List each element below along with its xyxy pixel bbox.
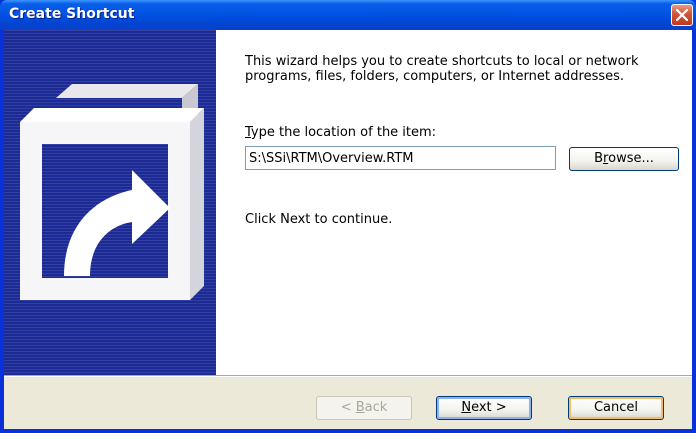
browse-label-b: B	[594, 151, 604, 166]
close-x-icon	[676, 9, 688, 21]
location-label: Type the location of the item:	[245, 125, 436, 140]
wizard-description: This wizard helps you to create shortcut…	[245, 54, 639, 84]
location-input[interactable]	[245, 146, 556, 170]
browse-button[interactable]: Browse...	[569, 147, 679, 171]
next-access-key: N	[461, 400, 472, 415]
create-shortcut-dialog: Create Shortcut This wizard helps you to…	[0, 0, 696, 433]
close-button[interactable]	[671, 4, 693, 26]
next-label-rest: ext >	[471, 400, 507, 415]
title-bar[interactable]: Create Shortcut	[0, 0, 696, 30]
wizard-banner	[4, 30, 216, 375]
next-button[interactable]: Next >	[436, 396, 532, 420]
wizard-content: This wizard helps you to create shortcut…	[216, 30, 692, 375]
continue-text: Click Next to continue.	[245, 212, 393, 227]
shortcut-arrow-icon	[20, 84, 204, 300]
cancel-button[interactable]: Cancel	[568, 396, 664, 420]
back-label-rest: ack	[364, 400, 388, 415]
footer-separator	[4, 375, 692, 377]
back-access-key: B	[355, 400, 365, 415]
window-title: Create Shortcut	[9, 6, 135, 22]
location-label-rest: ype the location of the item:	[250, 125, 437, 140]
back-label-prefix: <	[340, 400, 356, 415]
back-button[interactable]: < Back	[316, 396, 412, 420]
browse-label-rest: owse...	[608, 151, 654, 166]
